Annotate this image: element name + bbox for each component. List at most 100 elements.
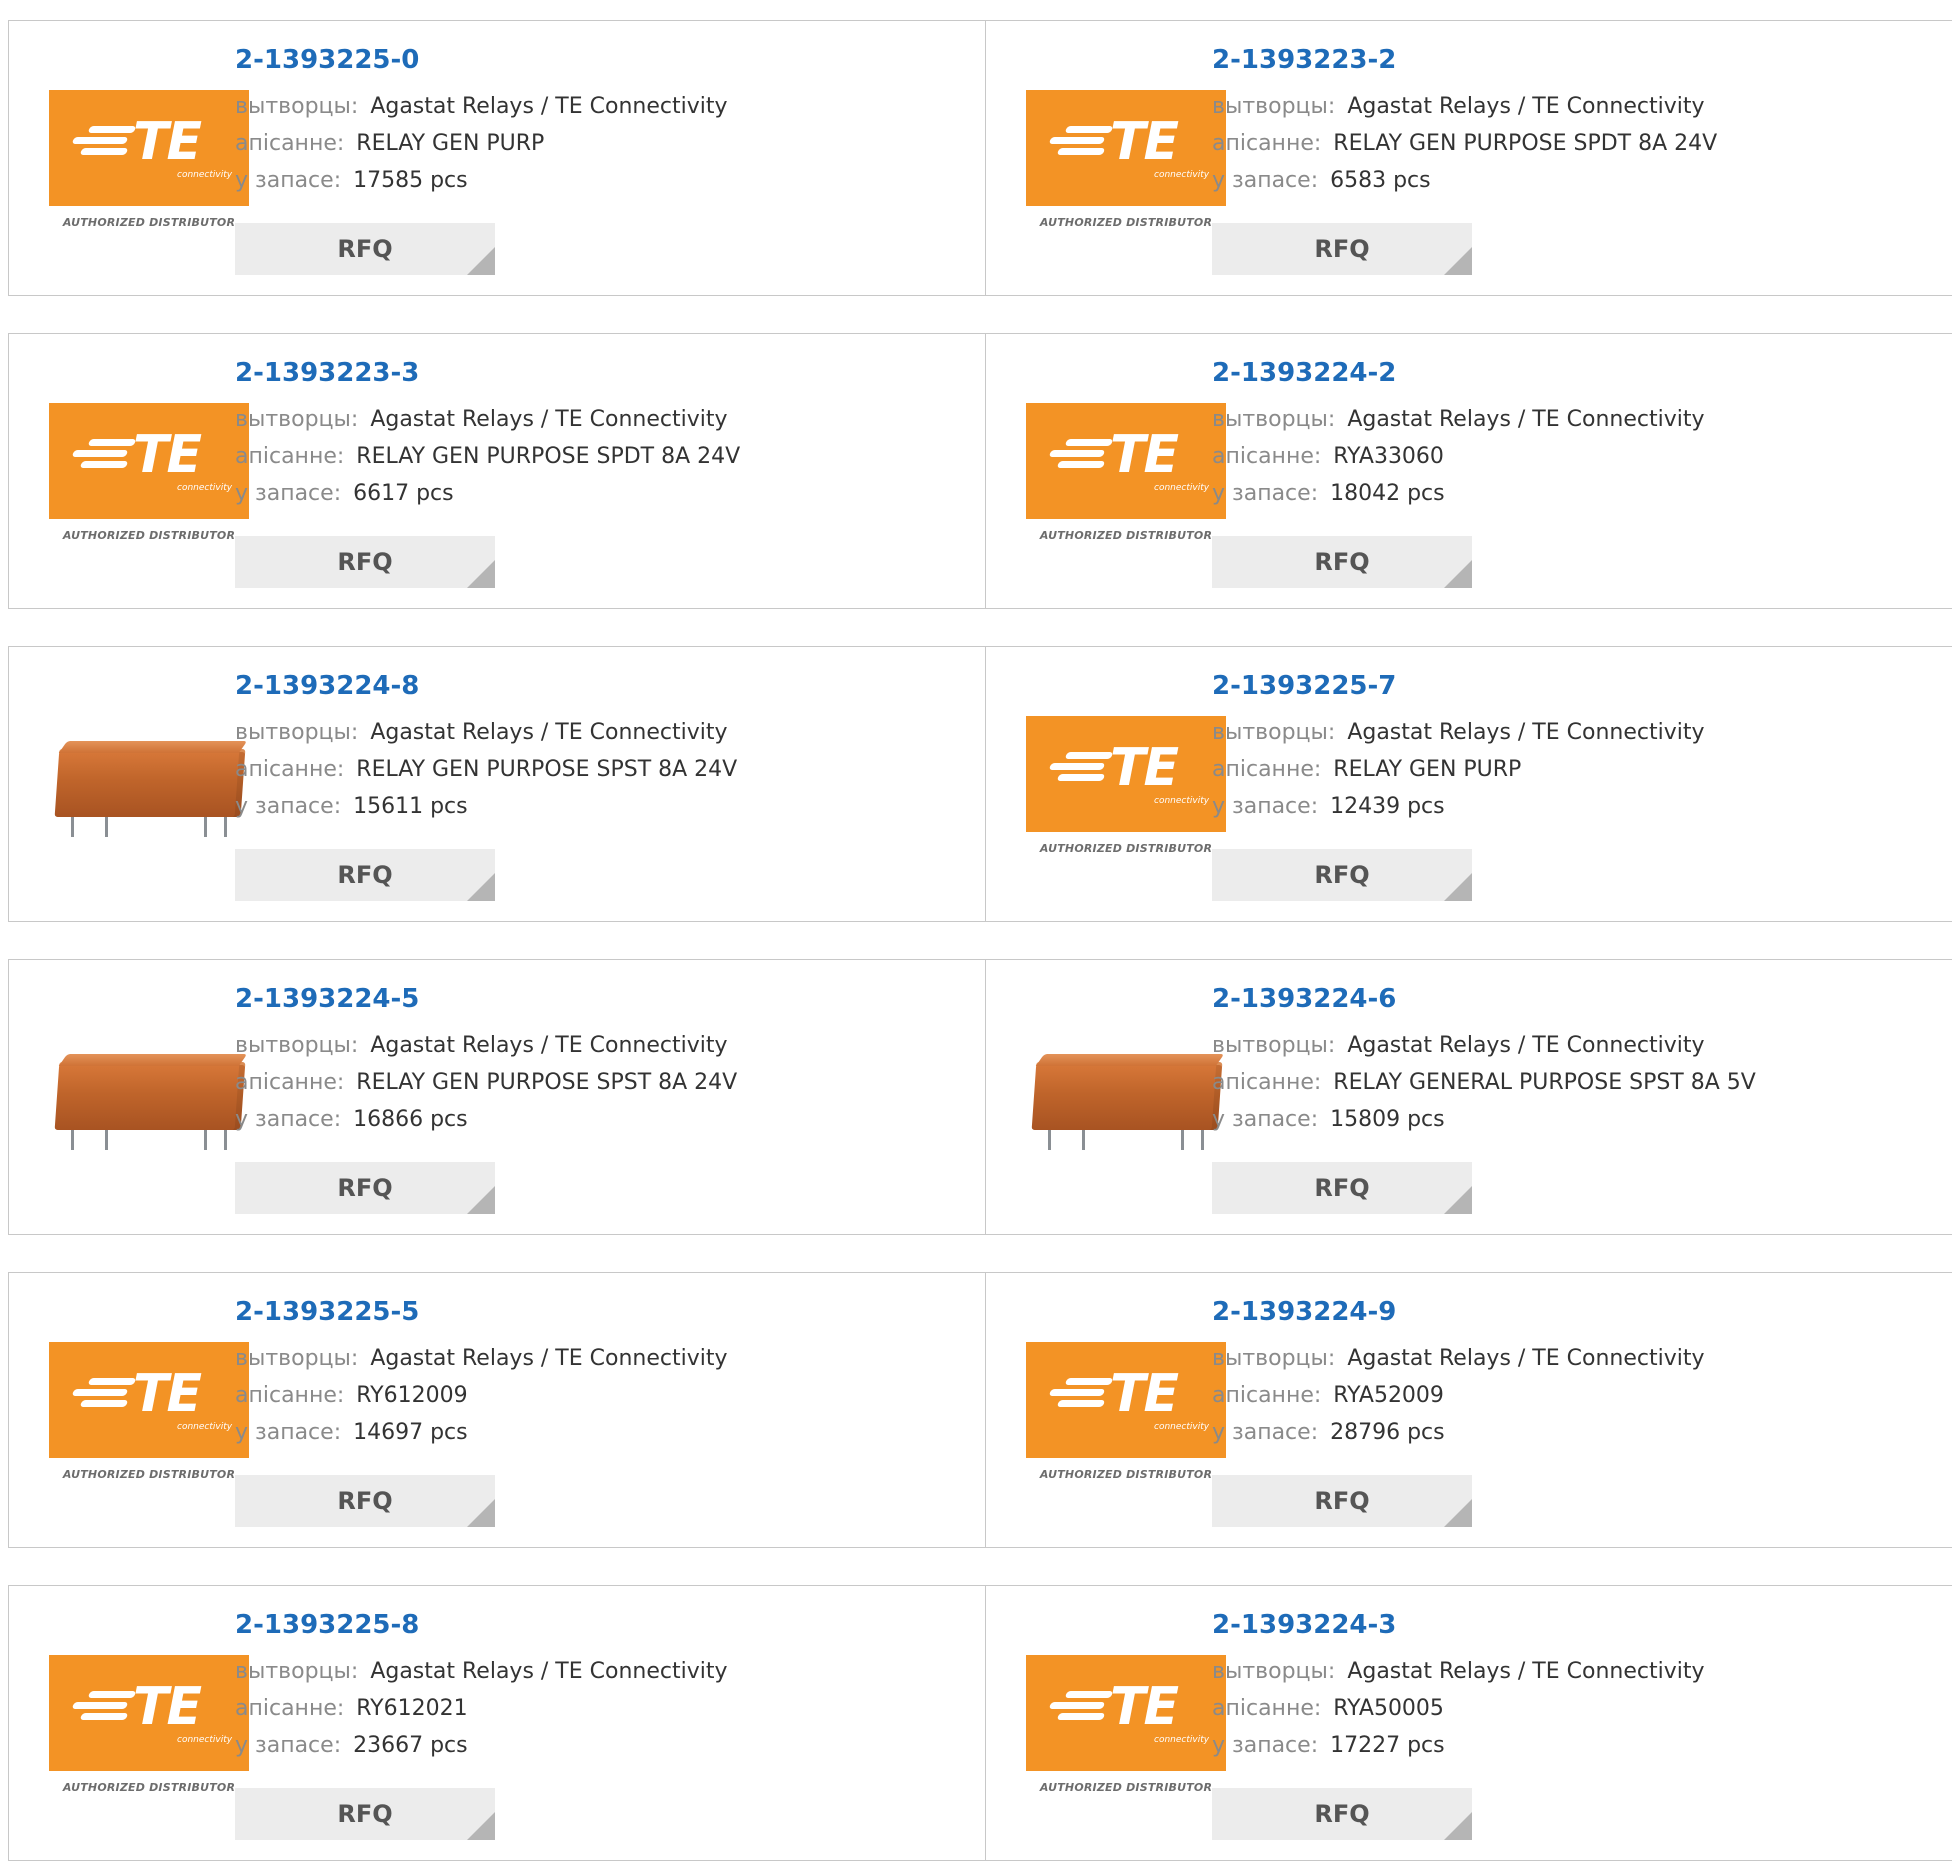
- product-thumbnail[interactable]: TE connectivity AUTHORIZED DISTRIBUTOR: [49, 1654, 249, 1804]
- product-thumbnail[interactable]: TE connectivity AUTHORIZED DISTRIBUTOR: [49, 402, 249, 552]
- rfq-label: RFQ: [337, 235, 393, 263]
- te-connectivity-logo: TE connectivity AUTHORIZED DISTRIBUTOR: [1026, 1342, 1226, 1490]
- rfq-button[interactable]: RFQ: [235, 1788, 495, 1840]
- te-logo-letters: TE: [133, 1677, 202, 1737]
- rfq-button[interactable]: RFQ: [1212, 223, 1472, 275]
- te-logo-box: TE connectivity: [1026, 90, 1226, 206]
- product-thumbnail[interactable]: TE connectivity AUTHORIZED DISTRIBUTOR: [1026, 402, 1226, 552]
- product-thumbnail[interactable]: TE connectivity AUTHORIZED DISTRIBUTOR: [49, 1341, 249, 1491]
- authorized-distributor-text: AUTHORIZED DISTRIBUTOR: [62, 1468, 236, 1481]
- te-bars-icon: [1044, 1378, 1114, 1408]
- product-thumbnail[interactable]: [1026, 1028, 1226, 1178]
- authorized-distributor-text: AUTHORIZED DISTRIBUTOR: [1039, 842, 1213, 855]
- rfq-label: RFQ: [1314, 1800, 1370, 1828]
- description-row: апісанне: RELAY GEN PURPOSE SPDT 8A 24V: [1212, 125, 1717, 162]
- part-number-link[interactable]: 2-1393225-8: [235, 1610, 728, 1640]
- te-bars-icon: [1044, 126, 1114, 156]
- description-label: апісанне:: [1212, 1070, 1322, 1095]
- rfq-button[interactable]: RFQ: [1212, 1475, 1472, 1527]
- manufacturer-value: Agastat Relays / TE Connectivity: [1347, 94, 1705, 119]
- product-info: 2-1393225-5 вытворцы: Agastat Relays / TE…: [235, 1297, 728, 1451]
- corner-fold-icon: [467, 1499, 495, 1527]
- rfq-label: RFQ: [337, 861, 393, 889]
- part-number-link[interactable]: 2-1393224-2: [1212, 358, 1705, 388]
- part-number-link[interactable]: 2-1393225-7: [1212, 671, 1705, 701]
- manufacturer-value: Agastat Relays / TE Connectivity: [1347, 720, 1705, 745]
- part-number-link[interactable]: 2-1393224-5: [235, 984, 737, 1014]
- description-label: апісанне:: [235, 444, 345, 469]
- description-label: апісанне:: [235, 131, 345, 156]
- stock-row: у запасе: 28796 pcs: [1212, 1414, 1705, 1451]
- product-grid: TE connectivity AUTHORIZED DISTRIBUTOR 2…: [8, 20, 1952, 1861]
- stock-value: 18042 pcs: [1330, 481, 1445, 506]
- rfq-label: RFQ: [337, 548, 393, 576]
- manufacturer-row: вытворцы: Agastat Relays / TE Connectivit…: [1212, 88, 1717, 125]
- rfq-button[interactable]: RFQ: [235, 536, 495, 588]
- corner-fold-icon: [1444, 1186, 1472, 1214]
- authorized-distributor-text: AUTHORIZED DISTRIBUTOR: [1039, 1468, 1213, 1481]
- product-card: 2-1393224-5 вытворцы: Agastat Relays / TE…: [8, 959, 986, 1235]
- relay-body: [54, 749, 246, 817]
- product-card: TE connectivity AUTHORIZED DISTRIBUTOR 2…: [8, 20, 986, 296]
- corner-fold-icon: [467, 873, 495, 901]
- manufacturer-row: вытворцы: Agastat Relays / TE Connectivit…: [1212, 1653, 1705, 1690]
- part-number-link[interactable]: 2-1393224-9: [1212, 1297, 1705, 1327]
- part-number-link[interactable]: 2-1393225-0: [235, 45, 728, 75]
- rfq-button[interactable]: RFQ: [235, 1162, 495, 1214]
- part-number-link[interactable]: 2-1393224-6: [1212, 984, 1756, 1014]
- manufacturer-label: вытворцы:: [235, 1033, 359, 1058]
- part-number-link[interactable]: 2-1393224-8: [235, 671, 737, 701]
- product-thumbnail[interactable]: TE connectivity AUTHORIZED DISTRIBUTOR: [1026, 89, 1226, 239]
- te-logo-subtext: connectivity: [1154, 1735, 1210, 1745]
- manufacturer-label: вытворцы:: [1212, 1659, 1336, 1684]
- rfq-button[interactable]: RFQ: [235, 849, 495, 901]
- rfq-button[interactable]: RFQ: [235, 223, 495, 275]
- part-number-link[interactable]: 2-1393223-2: [1212, 45, 1717, 75]
- te-logo-subtext: connectivity: [1154, 483, 1210, 493]
- manufacturer-value: Agastat Relays / TE Connectivity: [1347, 1659, 1705, 1684]
- manufacturer-row: вытворцы: Agastat Relays / TE Connectivit…: [1212, 1340, 1705, 1377]
- description-row: апісанне: RYA33060: [1212, 438, 1705, 475]
- manufacturer-value: Agastat Relays / TE Connectivity: [1347, 1346, 1705, 1371]
- part-number-link[interactable]: 2-1393225-5: [235, 1297, 728, 1327]
- rfq-button[interactable]: RFQ: [1212, 1162, 1472, 1214]
- manufacturer-label: вытворцы:: [1212, 720, 1336, 745]
- manufacturer-value: Agastat Relays / TE Connectivity: [1347, 1033, 1705, 1058]
- rfq-button[interactable]: RFQ: [1212, 849, 1472, 901]
- te-connectivity-logo: TE connectivity AUTHORIZED DISTRIBUTOR: [1026, 403, 1226, 551]
- part-number-link[interactable]: 2-1393224-3: [1212, 1610, 1705, 1640]
- manufacturer-label: вытворцы:: [235, 720, 359, 745]
- rfq-label: RFQ: [1314, 235, 1370, 263]
- rfq-label: RFQ: [337, 1174, 393, 1202]
- corner-fold-icon: [467, 1186, 495, 1214]
- rfq-label: RFQ: [1314, 1174, 1370, 1202]
- product-thumbnail[interactable]: TE connectivity AUTHORIZED DISTRIBUTOR: [1026, 1341, 1226, 1491]
- relay-body: [54, 1062, 246, 1130]
- product-thumbnail[interactable]: TE connectivity AUTHORIZED DISTRIBUTOR: [1026, 1654, 1226, 1804]
- stock-row: у запасе: 17585 pcs: [235, 162, 728, 199]
- rfq-button[interactable]: RFQ: [235, 1475, 495, 1527]
- rfq-button[interactable]: RFQ: [1212, 1788, 1472, 1840]
- product-thumbnail[interactable]: [49, 1028, 249, 1178]
- manufacturer-row: вытворцы: Agastat Relays / TE Connectivit…: [1212, 714, 1705, 751]
- product-thumbnail[interactable]: TE connectivity AUTHORIZED DISTRIBUTOR: [1026, 715, 1226, 865]
- product-thumbnail[interactable]: [49, 715, 249, 865]
- part-number-link[interactable]: 2-1393223-3: [235, 358, 740, 388]
- stock-row: у запасе: 18042 pcs: [1212, 475, 1705, 512]
- product-info: 2-1393224-3 вытворцы: Agastat Relays / TE…: [1212, 1610, 1705, 1764]
- rfq-button[interactable]: RFQ: [1212, 536, 1472, 588]
- product-card: TE connectivity AUTHORIZED DISTRIBUTOR 2…: [8, 1272, 986, 1548]
- product-thumbnail[interactable]: TE connectivity AUTHORIZED DISTRIBUTOR: [49, 89, 249, 239]
- product-card: 2-1393224-6 вытворцы: Agastat Relays / TE…: [985, 959, 1952, 1235]
- manufacturer-label: вытворцы:: [1212, 1033, 1336, 1058]
- product-info: 2-1393223-3 вытворцы: Agastat Relays / TE…: [235, 358, 740, 512]
- rfq-label: RFQ: [1314, 548, 1370, 576]
- description-label: апісанне:: [1212, 757, 1322, 782]
- stock-label: у запасе:: [1212, 168, 1319, 193]
- stock-label: у запасе:: [1212, 794, 1319, 819]
- description-label: апісанне:: [1212, 444, 1322, 469]
- te-bars-icon: [67, 439, 137, 469]
- description-label: апісанне:: [1212, 1383, 1322, 1408]
- manufacturer-row: вытворцы: Agastat Relays / TE Connectivit…: [235, 714, 737, 751]
- stock-row: у запасе: 16866 pcs: [235, 1101, 737, 1138]
